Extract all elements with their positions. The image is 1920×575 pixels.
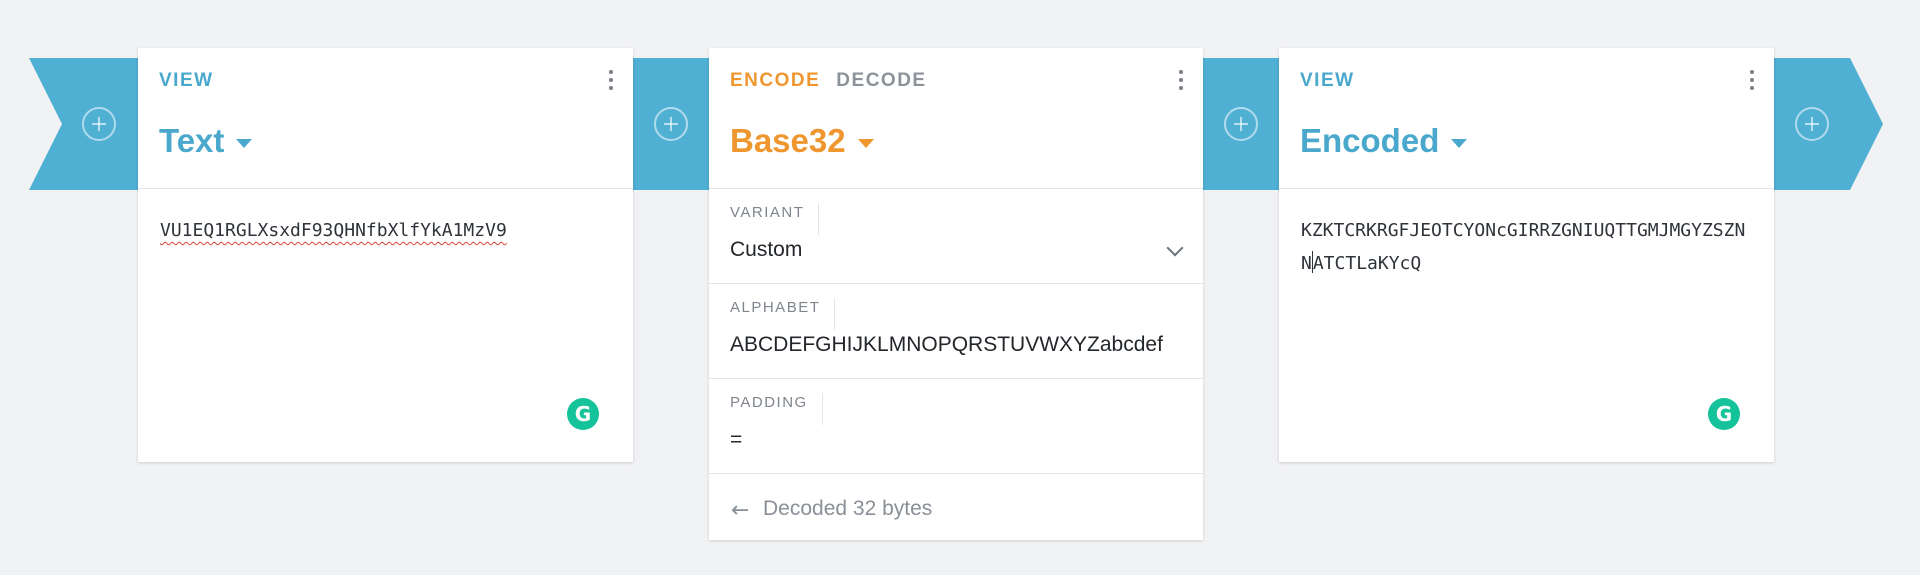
grammarly-icon[interactable]: G [1708, 398, 1740, 430]
encoded-text-after-caret: ATCTLaKYcQ [1312, 253, 1422, 274]
status-footer: ← Decoded 32 bytes [709, 474, 1203, 542]
add-icon[interactable] [1795, 107, 1829, 141]
add-icon[interactable] [1224, 107, 1258, 141]
card-header: VIEW Text [138, 48, 633, 189]
grammarly-icon[interactable]: G [567, 398, 599, 430]
arrow-left-icon: ← [731, 498, 750, 523]
card-header: VIEW Encoded [1279, 48, 1774, 189]
tab-view[interactable]: VIEW [159, 70, 214, 92]
padding-field[interactable]: PADDING = [709, 379, 1203, 474]
tab-view[interactable]: VIEW [1300, 70, 1355, 92]
variant-field[interactable]: VARIANT Custom [709, 189, 1203, 284]
add-icon[interactable] [654, 107, 688, 141]
view-card-text: VIEW Text VU1EQ1RGLXsxdF93QHNfbXlfYkA1Mz… [138, 48, 633, 462]
format-title: Encoded [1300, 122, 1440, 159]
padding-label: PADDING [730, 393, 823, 425]
add-icon[interactable] [82, 107, 116, 141]
caret-down-icon [236, 138, 253, 148]
padding-value[interactable]: = [730, 428, 742, 452]
format-dropdown[interactable]: Encoded [1300, 122, 1468, 160]
tab-decode[interactable]: DECODE [836, 70, 926, 92]
encoded-output[interactable]: KZKTCRKRGFJEOTCYONcGIRRZGNIUQTTGMJMGYZSZ… [1301, 214, 1754, 280]
chevron-down-icon[interactable] [1166, 239, 1184, 257]
codec-dropdown[interactable]: Base32 [730, 122, 874, 160]
view-card-encoded: VIEW Encoded KZKTCRKRGFJEOTCYONcGIRRZGNI… [1279, 48, 1774, 462]
status-text: Decoded 32 bytes [763, 497, 933, 520]
format-dropdown[interactable]: Text [159, 122, 253, 160]
variant-value[interactable]: Custom [730, 238, 802, 262]
caret-down-icon [1451, 138, 1468, 148]
variant-label: VARIANT [730, 203, 820, 235]
kebab-icon[interactable] [1177, 70, 1185, 96]
format-title: Text [159, 122, 225, 159]
text-content: VU1EQ1RGLXsxdF93QHNfbXlfYkA1MzV9 [160, 220, 507, 241]
alphabet-label: ALPHABET [730, 298, 836, 330]
codec-title: Base32 [730, 122, 846, 159]
kebab-icon[interactable] [607, 70, 615, 96]
tab-encode[interactable]: ENCODE [730, 70, 820, 92]
kebab-icon[interactable] [1748, 70, 1756, 96]
alphabet-field[interactable]: ALPHABET ABCDEFGHIJKLMNOPQRSTUVWXYZabcde… [709, 284, 1203, 379]
card-header: ENCODE DECODE Base32 [709, 48, 1203, 189]
codec-card-base32: ENCODE DECODE Base32 VARIANT Custom ALPH… [709, 48, 1203, 540]
text-input[interactable]: VU1EQ1RGLXsxdF93QHNfbXlfYkA1MzV9 [160, 214, 613, 247]
caret-down-icon [857, 138, 874, 148]
alphabet-value[interactable]: ABCDEFGHIJKLMNOPQRSTUVWXYZabcdef [730, 333, 1163, 357]
